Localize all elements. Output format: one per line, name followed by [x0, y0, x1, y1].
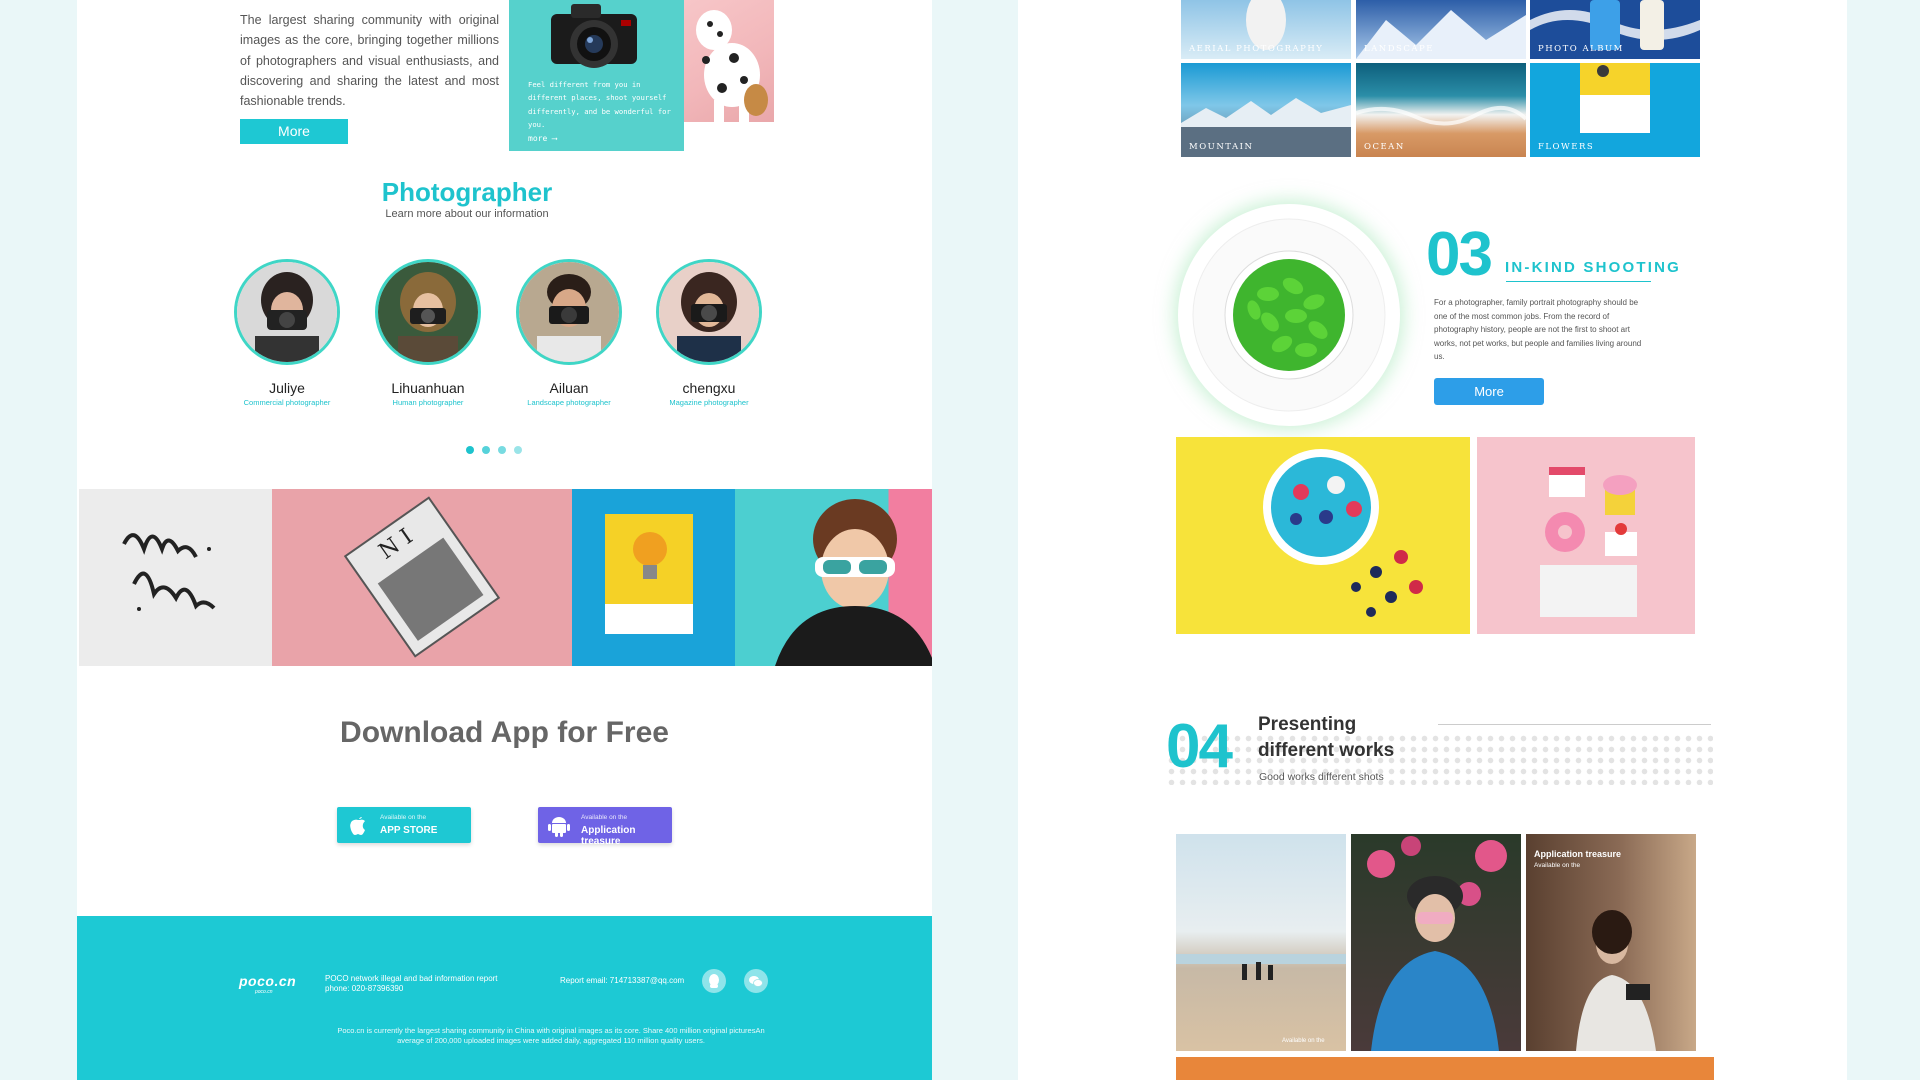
android-store-label: Application treasure [581, 825, 636, 847]
avatar[interactable] [234, 259, 340, 365]
carousel-dot-3[interactable] [498, 446, 506, 454]
bulb-image [572, 489, 735, 666]
camera-card-text: Feel different from you in different pla… [528, 80, 671, 130]
section-04-divider [1438, 724, 1711, 725]
carousel-dot-1[interactable] [466, 446, 474, 454]
app-store-small-label: Available on the [380, 814, 427, 821]
category-label: PHOTO ALBUM [1538, 44, 1624, 54]
photographer-name: Lihuanhuan [391, 380, 465, 396]
beach-photo[interactable]: Available on the [1176, 834, 1346, 1051]
section-03-more-button[interactable]: More [1434, 378, 1544, 405]
more-link-label: more [528, 134, 548, 143]
category-label: OCEAN [1364, 142, 1405, 152]
section-03-divider [1506, 281, 1651, 282]
android-icon [548, 817, 570, 837]
category-tile[interactable]: AERIAL PHOTOGRAPHY [1181, 0, 1351, 59]
arrow-right-icon: ⟶ [552, 134, 557, 143]
photo-overlay-title: Application treasure [1534, 849, 1622, 859]
magazine-image: N I [272, 489, 572, 666]
photo-overlay-subtitle: Available on the [1534, 862, 1581, 869]
photographer-name: Ailuan [549, 380, 589, 396]
android-store-small-label: Available on the [581, 814, 628, 821]
photographer-role: Human photographer [392, 398, 464, 407]
category-label: LANDSCAPE [1364, 44, 1434, 54]
photographer-name: Juliye [269, 380, 305, 396]
footer: poco.cn poco.cn POCO network illegal and… [77, 916, 932, 1080]
category-tile[interactable]: OCEAN [1356, 63, 1526, 157]
calligraphy-image [79, 489, 272, 666]
about-more-button[interactable]: More [240, 119, 348, 144]
qq-icon[interactable] [702, 969, 726, 993]
bottom-orange-banner [1176, 1057, 1714, 1080]
category-tile[interactable]: MOUNTAIN [1181, 63, 1351, 157]
photographer-section-subtitle: Learn more about our information [385, 208, 549, 220]
section-04-subtitle: Good works different shots [1259, 771, 1384, 783]
category-label: MOUNTAIN [1189, 142, 1254, 152]
app-store-button[interactable]: Available on the APP STORE [337, 807, 471, 843]
section-03-number: 03 [1426, 220, 1493, 289]
avatar[interactable] [516, 259, 622, 365]
app-store-label: APP STORE [380, 825, 438, 836]
section-03-title: IN-KIND SHOOTING [1505, 259, 1682, 276]
wechat-icon[interactable] [744, 969, 768, 993]
right-page-panel: AERIAL PHOTOGRAPHY LANDSCAPE PHOTO ALBUM… [1018, 0, 1847, 1080]
carousel-dot-2[interactable] [482, 446, 490, 454]
beach-photo-caption: Available on the [1282, 1038, 1325, 1044]
android-store-button[interactable]: Available on the Application treasure [538, 807, 672, 847]
footer-report-email[interactable]: Report email: 714713387@qq.com [560, 976, 684, 985]
girl-denim-photo[interactable] [1351, 834, 1521, 1051]
smoothie-bowl-image [1176, 437, 1470, 634]
sweets-image [1477, 437, 1695, 634]
footer-report-phone: POCO network illegal and bad information… [325, 974, 498, 993]
section-04-number: 04 [1166, 712, 1233, 781]
about-description: The largest sharing community with origi… [240, 13, 499, 109]
category-label: AERIAL PHOTOGRAPHY [1189, 44, 1324, 54]
category-tile[interactable]: LANDSCAPE [1356, 0, 1526, 59]
category-tile[interactable]: PHOTO ALBUM [1530, 0, 1700, 59]
camera-feature-card[interactable]: Feel different from you in different pla… [509, 0, 684, 151]
boy-sunglasses-image [735, 489, 932, 666]
camera-image [551, 4, 637, 68]
category-tile[interactable]: FLOWERS [1530, 63, 1700, 157]
poco-logo[interactable]: poco.cn [239, 973, 296, 989]
reading-woman-photo[interactable]: Application treasure Available on the [1526, 834, 1696, 1051]
avatar[interactable] [375, 259, 481, 365]
avatar[interactable] [656, 259, 762, 365]
poco-logo-tagline: poco.cn [255, 989, 273, 995]
category-label: FLOWERS [1538, 142, 1595, 152]
photographer-role: Magazine photographer [669, 398, 749, 407]
section-03-description: For a photographer, family portrait phot… [1434, 298, 1642, 362]
green-beans-bowl-image [1178, 204, 1400, 426]
photographer-role: Landscape photographer [527, 398, 611, 407]
apple-icon [350, 817, 365, 835]
footer-description: Poco.cn is currently the largest sharing… [337, 1026, 765, 1045]
photographer-role: Commercial photographer [243, 398, 331, 407]
carousel-dot-4[interactable] [514, 446, 522, 454]
dalmatian-image [684, 0, 774, 122]
section-04-dot-pattern [1166, 733, 1713, 785]
photographer-section-title: Photographer [381, 177, 553, 207]
download-title: Download App for Free [340, 716, 669, 749]
section-04-title: Presenting different works [1258, 714, 1395, 761]
left-page-panel: The largest sharing community with origi… [77, 0, 932, 1080]
camera-card-more-link[interactable]: more ⟶ [528, 134, 557, 143]
photographer-name: chengxu [682, 380, 736, 396]
